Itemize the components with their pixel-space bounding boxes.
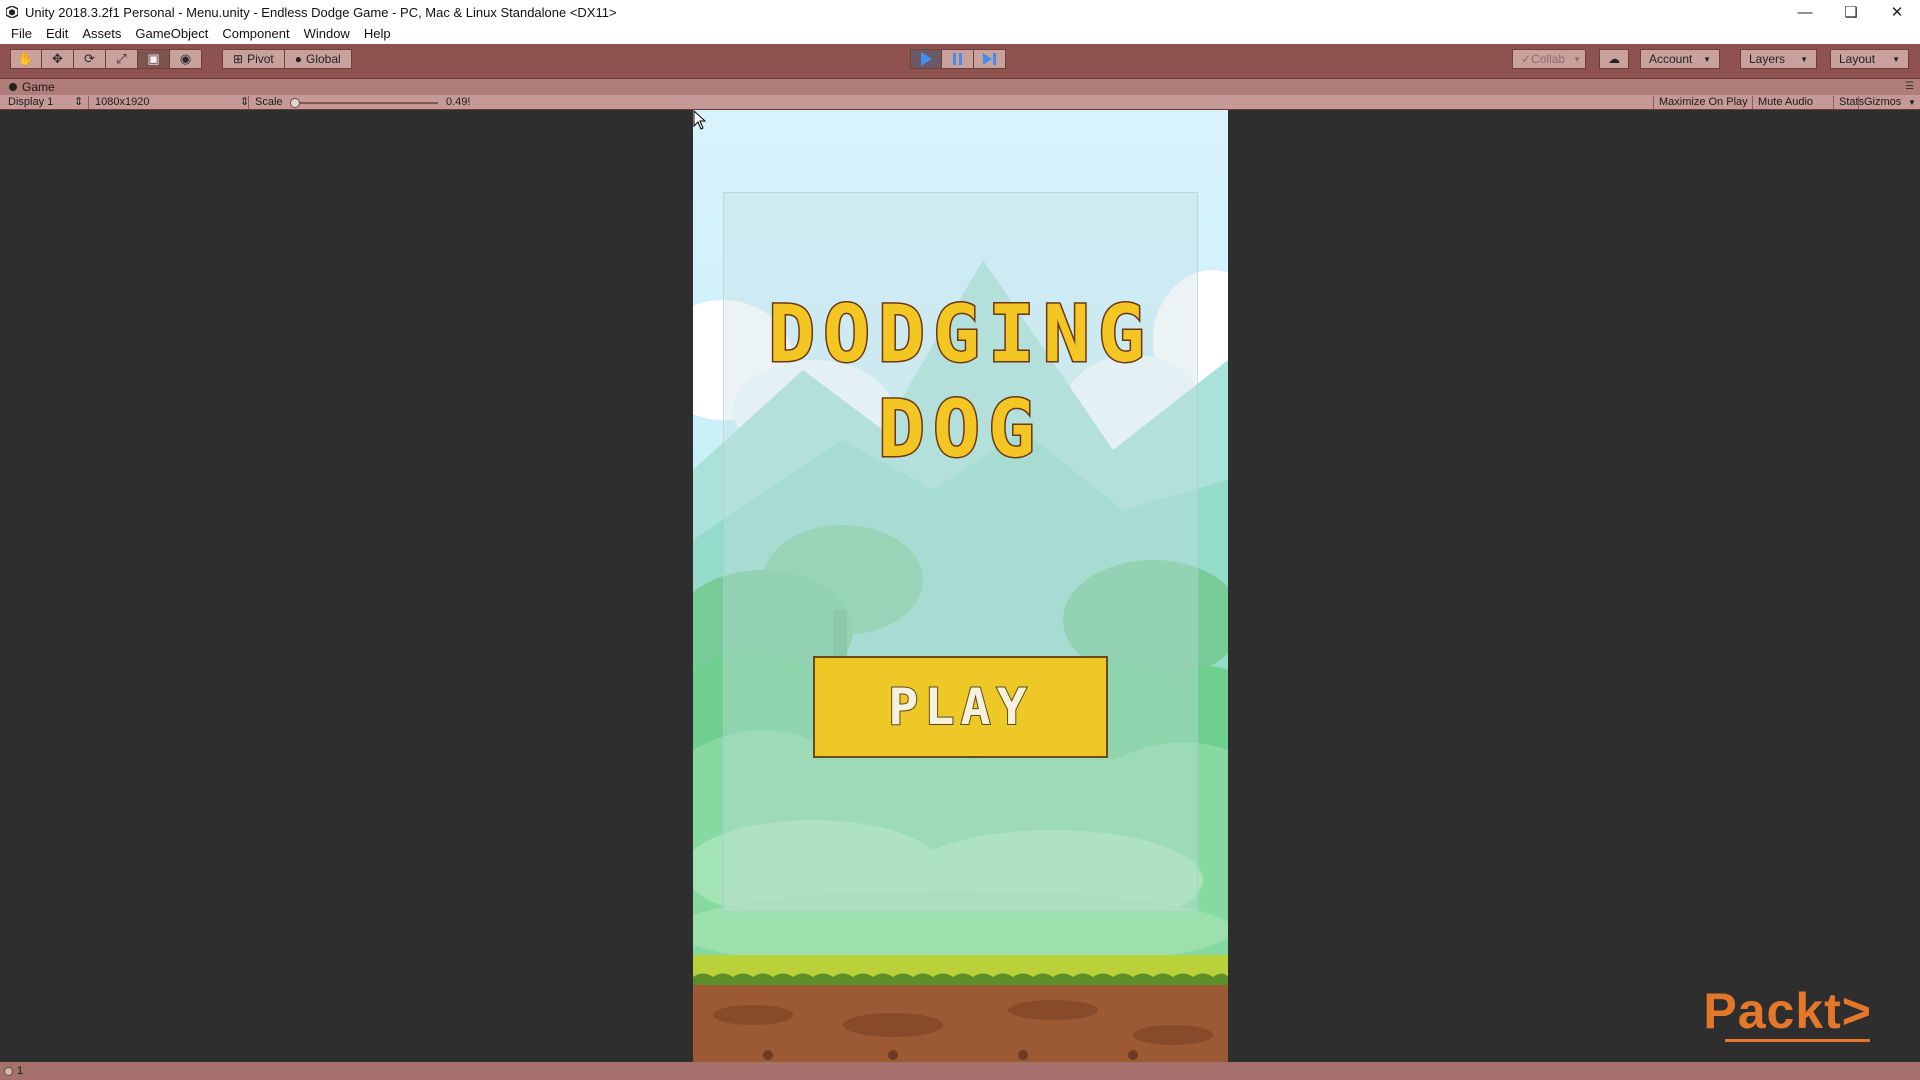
game-title-line2: DOG <box>877 384 1043 477</box>
cloud-button[interactable]: ☁ <box>1599 49 1629 69</box>
mute-audio-toggle[interactable]: Mute Audio <box>1758 95 1813 110</box>
transform-tool-icon[interactable]: ◉ <box>170 49 202 69</box>
pivot-icon: ⊞ <box>233 52 244 66</box>
caret-down-icon: ▼ <box>1892 54 1900 64</box>
main-toolbar: ✋ ✥ ⟳ ⤢ ▣ ◉ ⊞ Pivot ● Global ✓ Collab ▼ ☁ Ac… <box>0 44 1920 79</box>
info-icon <box>4 1066 13 1076</box>
move-tool-icon[interactable]: ✥ <box>42 49 74 69</box>
game-tab-bar: Game ☰ <box>0 79 1920 95</box>
maximize-on-play-toggle[interactable]: Maximize On Play <box>1659 95 1748 110</box>
status-count: 1 <box>17 1065 24 1077</box>
divider <box>1858 96 1859 109</box>
game-viewport: DODGING DOG PLAY Packt> <box>0 110 1920 1062</box>
divider <box>248 96 249 109</box>
global-toggle[interactable]: ● Global <box>284 49 352 69</box>
window-title: Unity 2018.3.2f1 Personal - Menu.unity -… <box>25 4 617 20</box>
menu-file[interactable]: File <box>4 24 39 44</box>
caret-down-icon: ▼ <box>1703 54 1711 64</box>
close-icon[interactable]: ✕ <box>1874 0 1920 24</box>
collab-dropdown[interactable]: ✓ Collab ▼ <box>1512 49 1586 69</box>
rotate-tool-icon[interactable]: ⟳ <box>74 49 106 69</box>
scale-slider-thumb[interactable] <box>290 98 301 108</box>
step-button[interactable] <box>974 49 1006 69</box>
game-screen: DODGING DOG PLAY <box>693 110 1228 1062</box>
packt-logo-underline <box>1725 1039 1870 1042</box>
gizmos-caret-icon: ▼ <box>1908 98 1916 107</box>
menu-assets[interactable]: Assets <box>75 24 128 44</box>
scale-slider-track[interactable] <box>290 102 438 104</box>
scale-tool-icon[interactable]: ⤢ <box>106 49 138 69</box>
play-icon <box>920 52 932 66</box>
hand-tool-icon[interactable]: ✋ <box>10 49 42 69</box>
caret-down-icon: ▼ <box>1573 54 1582 64</box>
resolution-select[interactable]: 1080x1920 <box>95 95 149 110</box>
pivot-controls: ⊞ Pivot ● Global <box>222 49 352 69</box>
transform-tools: ✋ ✥ ⟳ ⤢ ▣ ◉ <box>10 49 202 69</box>
layers-dropdown[interactable]: Layers ▼ <box>1740 49 1817 69</box>
tab-menu-icon[interactable]: ☰ <box>1905 81 1914 92</box>
menu-edit[interactable]: Edit <box>39 24 75 44</box>
check-icon: ✓ <box>1521 52 1532 66</box>
menu-help[interactable]: Help <box>357 24 398 44</box>
restore-icon[interactable]: ❏ <box>1828 0 1874 24</box>
mouse-cursor-icon <box>693 110 707 130</box>
caret-down-icon: ▼ <box>1800 54 1808 64</box>
pause-button[interactable] <box>942 49 974 69</box>
cloud-icon: ☁ <box>1608 52 1620 66</box>
title-bar: Unity 2018.3.2f1 Personal - Menu.unity -… <box>0 0 1920 24</box>
packt-logo: Packt> <box>1703 983 1872 1039</box>
menu-bar: File Edit Assets GameObject Component Wi… <box>0 24 1920 44</box>
minimize-icon[interactable]: — <box>1782 0 1828 24</box>
menu-component[interactable]: Component <box>215 24 296 44</box>
collab-label: Collab <box>1531 52 1566 66</box>
pause-icon <box>953 53 962 65</box>
account-label: Account <box>1649 52 1693 66</box>
divider <box>1752 96 1753 109</box>
divider <box>1833 96 1834 109</box>
step-icon <box>983 53 996 65</box>
global-label: Global <box>306 52 341 66</box>
game-tab-label: Game <box>22 80 55 94</box>
display-select[interactable]: Display 1 <box>8 95 53 110</box>
layout-dropdown[interactable]: Layout ▼ <box>1830 49 1909 69</box>
layers-label: Layers <box>1749 52 1786 66</box>
scale-value: 0.49! <box>446 96 471 108</box>
pivot-toggle[interactable]: ⊞ Pivot <box>222 49 285 69</box>
play-button[interactable] <box>910 49 942 69</box>
tab-game[interactable]: Game <box>0 80 55 94</box>
divider <box>1653 96 1654 109</box>
scale-label: Scale <box>255 96 283 108</box>
play-controls <box>910 49 1006 69</box>
display-select-arrow-icon: ⇕ <box>74 96 84 108</box>
unity-icon <box>5 5 19 19</box>
game-view-controls: Display 1 ⇕ 1080x1920 ⇕ Scale 0.49! Maxi… <box>0 95 1920 110</box>
account-dropdown[interactable]: Account ▼ <box>1640 49 1720 69</box>
play-game-button[interactable]: PLAY <box>813 656 1108 758</box>
stats-toggle[interactable]: Stats <box>1839 95 1864 110</box>
globe-icon: ● <box>294 52 302 66</box>
play-button-label: PLAY <box>887 677 1033 737</box>
gizmos-dropdown[interactable]: Gizmos <box>1864 95 1901 110</box>
pivot-label: Pivot <box>247 52 274 66</box>
layout-label: Layout <box>1839 52 1876 66</box>
status-bar: 1 <box>0 1062 1920 1080</box>
game-title-line1: DODGING <box>767 289 1153 382</box>
menu-gameobject[interactable]: GameObject <box>128 24 215 44</box>
rect-tool-icon[interactable]: ▣ <box>138 49 170 69</box>
divider <box>88 96 89 109</box>
menu-window[interactable]: Window <box>297 24 357 44</box>
game-tab-icon <box>9 83 17 91</box>
